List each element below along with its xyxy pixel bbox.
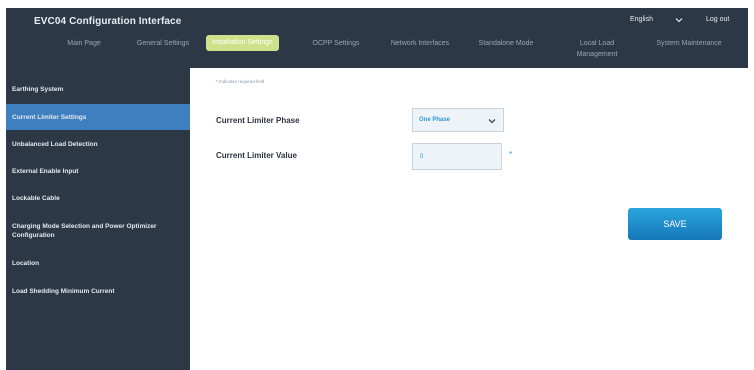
sidebar-item-location[interactable]: Location bbox=[6, 259, 190, 268]
top-header: EVC04 Configuration Interface English Lo… bbox=[6, 8, 748, 68]
required-field-note: * Indicates required field bbox=[216, 79, 264, 84]
tab-local-load-management[interactable]: Local Load Management bbox=[574, 38, 620, 60]
sidebar-item-load-shedding-minimum-current[interactable]: Load Shedding Minimum Current bbox=[6, 287, 190, 296]
tab-standalone-mode[interactable]: Standalone Mode bbox=[468, 38, 544, 49]
current-limiter-value-text: 0 bbox=[420, 154, 424, 160]
app-title: EVC04 Configuration Interface bbox=[34, 16, 182, 27]
chevron-down-icon[interactable] bbox=[674, 15, 684, 25]
required-note-text: Indicates required field bbox=[219, 79, 265, 84]
logout-link[interactable]: Log out bbox=[706, 16, 729, 23]
required-marker: * bbox=[509, 150, 513, 159]
tab-general-settings[interactable]: General Settings bbox=[128, 38, 198, 49]
tab-ocpp-settings[interactable]: OCPP Settings bbox=[306, 38, 366, 49]
current-limiter-phase-select[interactable]: One Phase bbox=[412, 108, 504, 132]
tab-main-page[interactable]: Main Page bbox=[56, 38, 112, 49]
sidebar-item-unbalanced-load-detection[interactable]: Unbalanced Load Detection bbox=[6, 140, 190, 149]
current-limiter-value-input[interactable]: 0 bbox=[412, 143, 502, 170]
tab-installation-settings[interactable]: Installation Settings bbox=[206, 35, 279, 51]
sidebar-item-lockable-cable[interactable]: Lockable Cable bbox=[6, 194, 190, 203]
required-marker: * bbox=[216, 79, 218, 84]
sidebar: Earthing System Current Limiter Settings… bbox=[6, 68, 190, 370]
save-button[interactable]: SAVE bbox=[628, 208, 722, 240]
current-limiter-value-label: Current Limiter Value bbox=[216, 151, 297, 160]
sidebar-item-charging-mode-selection[interactable]: Charging Mode Selection and Power Optimi… bbox=[6, 222, 176, 240]
tab-system-maintenance[interactable]: System Maintenance bbox=[646, 38, 732, 49]
current-limiter-phase-value: One Phase bbox=[419, 117, 451, 123]
current-limiter-phase-label: Current Limiter Phase bbox=[216, 116, 300, 125]
sidebar-item-current-limiter-settings[interactable]: Current Limiter Settings bbox=[6, 104, 190, 130]
tab-network-interfaces[interactable]: Network Interfaces bbox=[378, 38, 462, 49]
sidebar-item-earthing-system[interactable]: Earthing System bbox=[6, 85, 190, 94]
sidebar-item-external-enable-input[interactable]: External Enable Input bbox=[6, 167, 190, 176]
chevron-down-icon bbox=[488, 119, 496, 124]
language-selector[interactable]: English bbox=[630, 16, 653, 23]
